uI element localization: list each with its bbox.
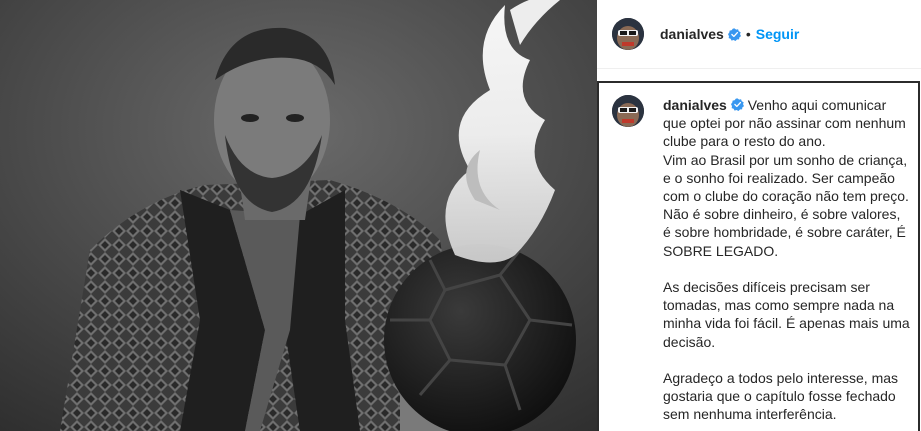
caption-avatar[interactable] xyxy=(612,95,644,127)
caption-line: Agradeço a todos pelo interesse, mas gos… xyxy=(663,370,899,423)
caption-line: Vim ao Brasil por um sonho de criança, e… xyxy=(663,151,909,205)
avatar-image xyxy=(612,95,644,127)
post-photo-art xyxy=(0,0,597,431)
caption-gap xyxy=(663,351,911,369)
caption-line: Não é sobre dinheiro, é sobre valores, é… xyxy=(663,206,906,259)
avatar-image xyxy=(612,18,644,50)
verified-badge-icon xyxy=(730,97,744,111)
caption-gap xyxy=(663,260,911,278)
caption-username[interactable]: danialves xyxy=(663,97,727,113)
follow-button[interactable]: Seguir xyxy=(756,26,800,42)
post-sidebar: danialves • Seguir danialves Venho aqui … xyxy=(597,0,921,431)
header-separator: • xyxy=(745,26,751,42)
caption-line: As decisões difíceis precisam ser tomada… xyxy=(663,279,910,350)
post-header: danialves • Seguir xyxy=(597,0,921,69)
post-username[interactable]: danialves xyxy=(660,26,724,42)
comments-section[interactable]: danialves Venho aqui comunicar que optei… xyxy=(597,81,920,431)
verified-badge-icon xyxy=(727,27,741,41)
post-image[interactable] xyxy=(0,0,597,431)
caption-text: danialves Venho aqui comunicar que optei… xyxy=(663,96,911,424)
profile-avatar[interactable] xyxy=(612,18,644,50)
